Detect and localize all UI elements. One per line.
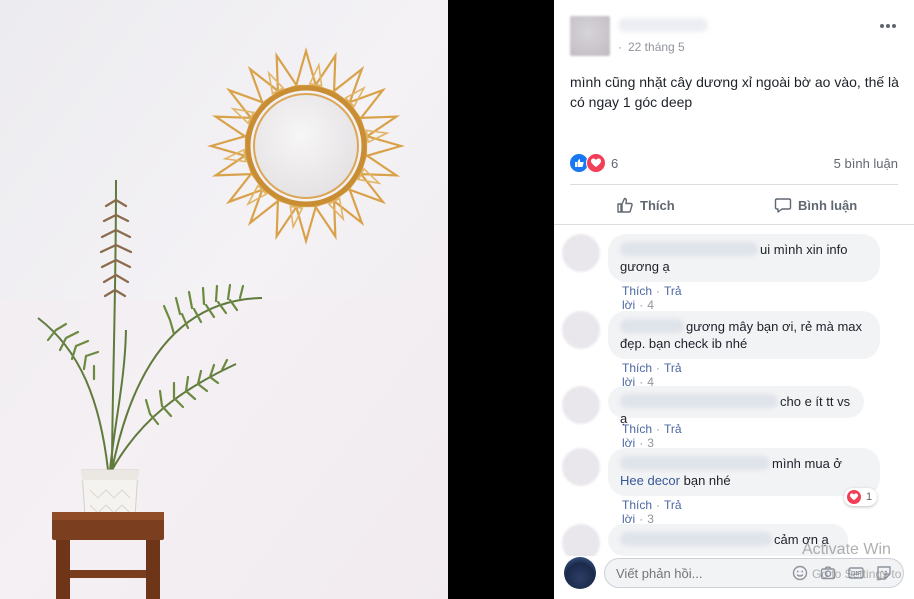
activate-windows-watermark-sub: Go to Settings to <box>812 567 902 581</box>
comment-reaction-count: 1 <box>866 491 873 503</box>
divider <box>570 184 898 185</box>
author-avatar[interactable] <box>570 16 610 56</box>
commenter-avatar[interactable] <box>562 386 600 424</box>
thumbs-up-icon <box>617 197 633 213</box>
comment-bubble: cho e ít tt vs ạ <box>608 386 864 426</box>
comment-bubble: gương mây bạn ơi, rẻ mà max đẹp. bạn che… <box>608 311 880 359</box>
comment-bubble: mình mua ở Hee decor bạn nhé <box>608 448 880 496</box>
heart-icon <box>846 489 862 505</box>
reaction-count: 6 <box>611 155 619 171</box>
like-button[interactable]: Thích <box>616 192 675 218</box>
more-options-icon[interactable] <box>876 18 900 34</box>
comment-like-link[interactable]: Thích <box>622 498 652 512</box>
commenter-name-blurred[interactable] <box>620 456 770 470</box>
like-button-label: Thích <box>640 197 675 213</box>
comment-count-link[interactable]: 5 bình luận <box>834 156 898 171</box>
commenter-avatar[interactable] <box>562 234 600 272</box>
commenter-name-blurred[interactable] <box>620 394 778 408</box>
post-photo[interactable] <box>0 0 448 599</box>
commenter-name-blurred[interactable] <box>620 319 684 333</box>
mention-link[interactable]: Hee decor <box>620 473 680 488</box>
reaction-summary[interactable]: 6 <box>569 153 618 173</box>
comment-text: bạn nhé <box>683 473 731 488</box>
commenter-avatar[interactable] <box>562 448 600 486</box>
post-text: mình cũng nhặt cây dương xỉ ngoài bờ ao … <box>570 74 899 110</box>
comment-reaction-badge[interactable]: 1 <box>844 488 878 506</box>
comment-button[interactable]: Bình luận <box>774 192 857 218</box>
photo-illustration <box>0 0 448 599</box>
post-timestamp[interactable]: · 22 tháng 5 <box>618 40 685 54</box>
commenter-avatar[interactable] <box>562 311 600 349</box>
comment-like-link[interactable]: Thích <box>622 361 652 375</box>
comment-button-label: Bình luận <box>798 197 858 213</box>
author-name-blurred[interactable] <box>618 18 708 32</box>
photo-backdrop <box>448 0 554 599</box>
emoji-icon[interactable] <box>792 565 808 581</box>
heart-icon <box>586 153 606 173</box>
post-side-panel: · 22 tháng 5 mình cũng nhặt cây dương xỉ … <box>554 0 914 599</box>
commenter-name-blurred[interactable] <box>620 242 758 256</box>
comment-icon <box>774 198 792 213</box>
comment-like-link[interactable]: Thích <box>622 284 652 298</box>
divider <box>554 224 914 225</box>
post-date[interactable]: 22 tháng 5 <box>628 40 685 54</box>
current-user-avatar[interactable] <box>564 557 596 589</box>
reply-bar: GIF Go to Settings to <box>554 556 914 599</box>
comment-text: mình mua ở <box>772 456 842 471</box>
comment-bubble: ui mình xin info gương ạ <box>608 234 880 282</box>
commenter-name-blurred[interactable] <box>620 532 772 546</box>
comment-like-link[interactable]: Thích <box>622 422 652 436</box>
